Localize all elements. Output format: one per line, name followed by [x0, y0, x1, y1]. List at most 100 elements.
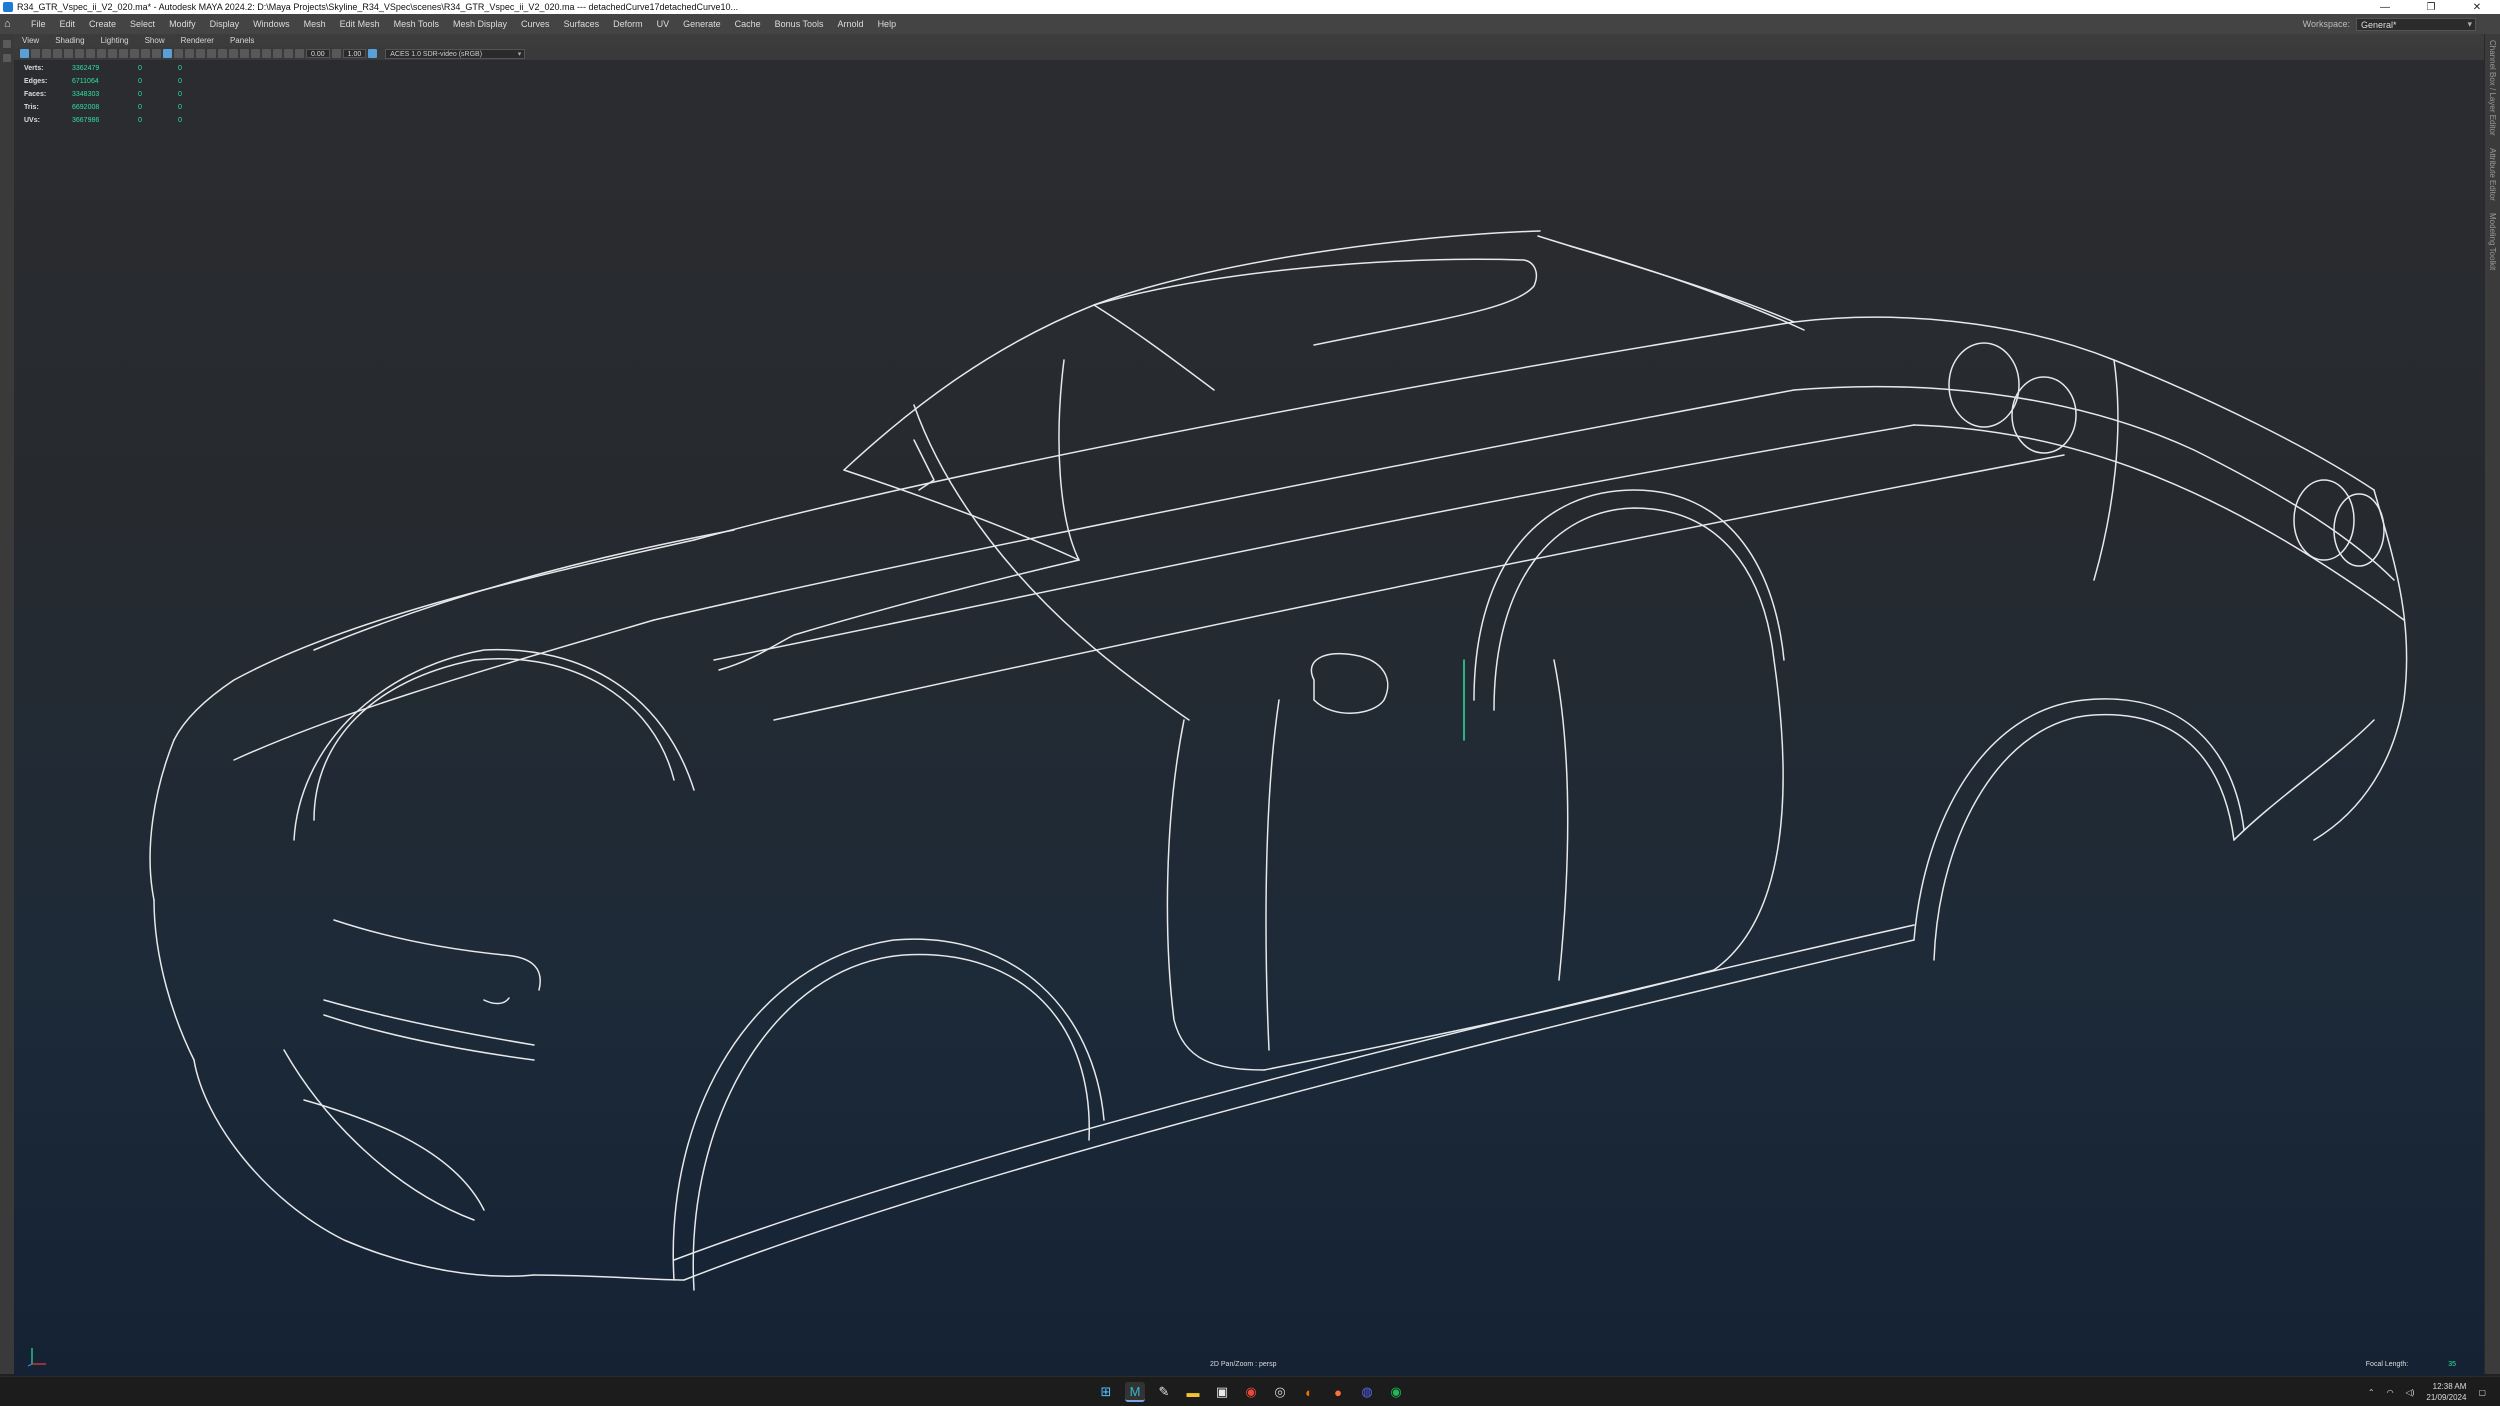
image-plane-icon[interactable] — [53, 49, 62, 58]
motion-blur-icon[interactable] — [240, 49, 249, 58]
gamma-field[interactable]: 1.00 — [342, 49, 367, 58]
panel-menu-lighting[interactable]: Lighting — [93, 36, 137, 45]
exposure-field[interactable]: 0.00 — [306, 49, 330, 58]
gamma-icon[interactable] — [331, 49, 341, 58]
isolate-select-icon[interactable] — [262, 49, 271, 58]
window-controls: — ❐ ✕ — [2362, 2, 2500, 13]
network-icon[interactable]: ◠ — [2387, 1388, 2394, 1397]
windows-start-icon[interactable]: ⊞ — [1096, 1382, 1116, 1402]
tray-overflow-icon[interactable]: ⌃ — [2368, 1388, 2375, 1397]
gate-mask-icon[interactable] — [119, 49, 128, 58]
menu-surfaces[interactable]: Surfaces — [557, 19, 607, 29]
xray-joints-icon[interactable] — [284, 49, 293, 58]
car-wireframe-curves[interactable] — [14, 60, 2484, 1376]
tool-icon[interactable] — [3, 54, 11, 62]
ambient-occlusion-icon[interactable] — [229, 49, 238, 58]
menu-mesh-display[interactable]: Mesh Display — [446, 19, 514, 29]
home-icon[interactable]: ⌂ — [4, 18, 18, 30]
firefox-icon[interactable]: ● — [1328, 1382, 1348, 1402]
tool-icon[interactable] — [3, 40, 11, 48]
smooth-shade-icon[interactable] — [174, 49, 183, 58]
default-material-icon[interactable] — [185, 49, 194, 58]
minimize-button[interactable]: — — [2362, 2, 2408, 13]
film-gate-icon[interactable] — [97, 49, 106, 58]
panel-menu-view[interactable]: View — [14, 36, 47, 45]
hud-component: 0 — [178, 65, 182, 72]
menu-uv[interactable]: UV — [650, 19, 677, 29]
menu-help[interactable]: Help — [871, 19, 904, 29]
menu-edit-mesh[interactable]: Edit Mesh — [333, 19, 387, 29]
safe-title-icon[interactable] — [152, 49, 161, 58]
focal-length-value: 35 — [2448, 1361, 2456, 1368]
hud-label: Faces: — [24, 91, 47, 98]
notification-icon[interactable]: ▢ — [2478, 1388, 2486, 1397]
maximize-button[interactable]: ❐ — [2408, 2, 2454, 13]
hud-label: Tris: — [24, 104, 39, 111]
camera-attributes-icon[interactable] — [31, 49, 40, 58]
workspace-select[interactable]: General* — [2356, 17, 2476, 31]
textured-icon[interactable] — [196, 49, 205, 58]
tab-channel-box[interactable]: Channel Box / Layer Editor — [2485, 34, 2500, 142]
wireframe-icon[interactable] — [163, 49, 172, 58]
spotify-icon[interactable]: ◉ — [1386, 1382, 1406, 1402]
lights-icon[interactable] — [207, 49, 216, 58]
clock-date: 21/09/2024 — [2426, 1393, 2467, 1402]
workspace-label: Workspace: — [2302, 19, 2350, 29]
menu-mesh-tools[interactable]: Mesh Tools — [387, 19, 446, 29]
menu-select[interactable]: Select — [123, 19, 162, 29]
tab-attribute-editor[interactable]: Attribute Editor — [2485, 142, 2500, 207]
field-chart-icon[interactable] — [130, 49, 139, 58]
menu-edit[interactable]: Edit — [53, 19, 83, 29]
hud-component: 0 — [178, 78, 182, 85]
menu-generate[interactable]: Generate — [676, 19, 728, 29]
tab-modeling-toolkit[interactable]: Modeling Toolkit — [2485, 207, 2500, 276]
panel-menu-panels[interactable]: Panels — [222, 36, 262, 45]
maya-icon[interactable]: M — [1125, 1382, 1145, 1402]
exposure-icon[interactable] — [295, 49, 304, 58]
hud-selected: 0 — [138, 65, 142, 72]
hud-selected: 0 — [138, 104, 142, 111]
hud-selected: 0 — [138, 91, 142, 98]
file-icon[interactable]: ▣ — [1212, 1382, 1232, 1402]
menu-file[interactable]: File — [24, 19, 53, 29]
menu-display[interactable]: Display — [203, 19, 247, 29]
anti-aliasing-icon[interactable] — [251, 49, 260, 58]
grease-pencil-icon[interactable] — [75, 49, 84, 58]
grid-icon[interactable] — [86, 49, 95, 58]
folder-icon[interactable]: ▬ — [1183, 1382, 1203, 1402]
panel-menu-shading[interactable]: Shading — [47, 36, 92, 45]
discord-icon[interactable]: ◍ — [1357, 1382, 1377, 1402]
steam-icon[interactable]: ◎ — [1270, 1382, 1290, 1402]
menu-mesh[interactable]: Mesh — [297, 19, 333, 29]
panel-menu-renderer[interactable]: Renderer — [173, 36, 222, 45]
2d-pan-zoom-icon[interactable] — [64, 49, 73, 58]
blender-icon[interactable]: ◐ — [1299, 1382, 1319, 1402]
inkscape-icon[interactable]: ✎ — [1154, 1382, 1174, 1402]
hud-component: 0 — [178, 91, 182, 98]
chrome-icon[interactable]: ◉ — [1241, 1382, 1261, 1402]
viewport-toolbar: 0.00 1.00 ACES 1.0 SDR-video (sRGB) — [14, 47, 2484, 60]
color-space-select[interactable]: ACES 1.0 SDR-video (sRGB) — [385, 48, 526, 59]
menu-arnold[interactable]: Arnold — [831, 19, 871, 29]
volume-icon[interactable]: ◁) — [2406, 1388, 2415, 1397]
menu-windows[interactable]: Windows — [246, 19, 297, 29]
menu-deform[interactable]: Deform — [606, 19, 650, 29]
panel-menu-show[interactable]: Show — [137, 36, 173, 45]
window-title: R34_GTR_Vspec_ii_V2_020.ma* - Autodesk M… — [17, 2, 739, 12]
shadows-icon[interactable] — [218, 49, 227, 58]
menu-modify[interactable]: Modify — [162, 19, 203, 29]
resolution-gate-icon[interactable] — [108, 49, 117, 58]
clock[interactable]: 12:38 AM 21/09/2024 — [2426, 1381, 2466, 1403]
bookmark-icon[interactable] — [42, 49, 51, 58]
safe-action-icon[interactable] — [141, 49, 150, 58]
color-management-icon[interactable] — [368, 49, 378, 58]
close-button[interactable]: ✕ — [2454, 2, 2500, 13]
xray-icon[interactable] — [273, 49, 282, 58]
perspective-viewport[interactable]: Verts: 3362479 0 0 Edges: 6711064 0 0 Fa… — [14, 60, 2484, 1376]
select-camera-icon[interactable] — [20, 49, 29, 58]
menu-cache[interactable]: Cache — [728, 19, 768, 29]
menu-curves[interactable]: Curves — [514, 19, 557, 29]
menu-bonus-tools[interactable]: Bonus Tools — [768, 19, 831, 29]
hud-component: 0 — [178, 104, 182, 111]
menu-create[interactable]: Create — [82, 19, 123, 29]
